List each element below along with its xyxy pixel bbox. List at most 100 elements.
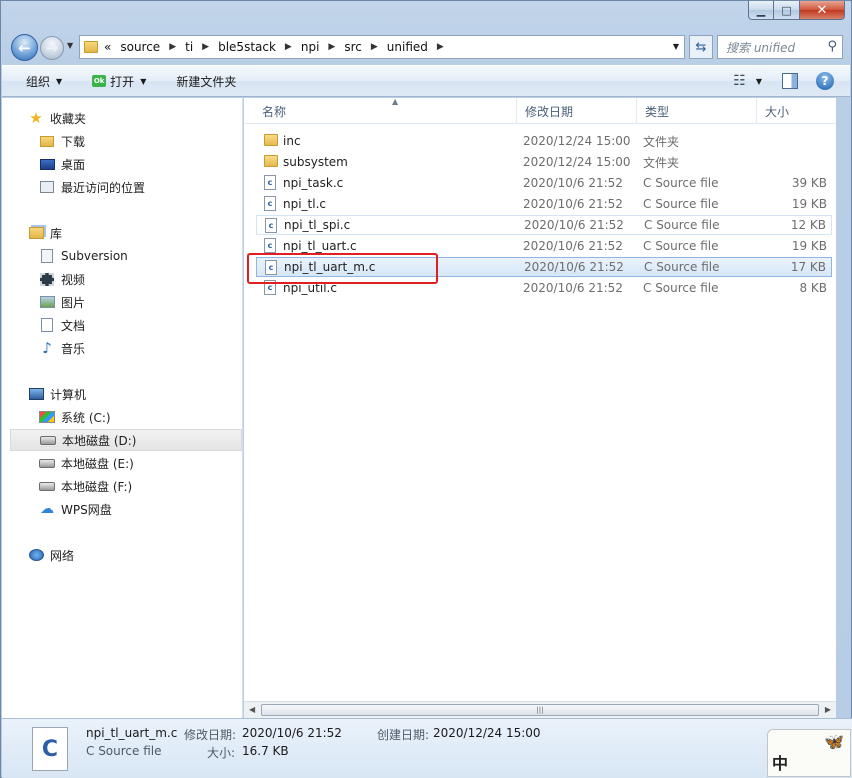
sidebar-item-label: 收藏夹 bbox=[50, 111, 87, 126]
column-header-date[interactable]: 修改日期 bbox=[517, 98, 637, 124]
maximize-button[interactable]: □ bbox=[774, 1, 800, 20]
search-input[interactable]: 搜索 unified ⚲ bbox=[717, 35, 843, 59]
folder-icon bbox=[264, 134, 278, 146]
system-drive-icon bbox=[39, 409, 55, 425]
file-date: 2020/10/6 21:52 bbox=[524, 260, 624, 274]
new-folder-button[interactable]: 新建文件夹 bbox=[176, 73, 236, 90]
recent-pages-chevron-down-icon[interactable]: ▼ bbox=[67, 41, 73, 50]
sidebar-item-wps-drive[interactable]: ☁ WPS网盘 bbox=[2, 498, 242, 520]
ime-mode-label[interactable]: 中 bbox=[772, 750, 788, 774]
sidebar-item-drive-f[interactable]: 本地磁盘 (F:) bbox=[2, 475, 242, 497]
download-folder-icon bbox=[39, 133, 55, 149]
sidebar-item-pictures[interactable]: 图片 bbox=[2, 291, 242, 313]
sidebar-item-documents[interactable]: 文档 bbox=[2, 314, 242, 336]
file-type: C Source file bbox=[643, 281, 719, 295]
hard-drive-icon bbox=[39, 455, 55, 471]
search-icon[interactable]: ⚲ bbox=[827, 39, 837, 54]
breadcrumb-ti[interactable]: ti bbox=[185, 40, 193, 54]
file-row[interactable]: inc 2020/12/24 15:00 文件夹 bbox=[256, 131, 832, 151]
column-header-type[interactable]: 类型 bbox=[637, 98, 757, 124]
breadcrumb-ble5stack[interactable]: ble5stack bbox=[218, 40, 276, 54]
star-icon: ★ bbox=[29, 109, 43, 127]
file-type: 文件夹 bbox=[643, 134, 680, 149]
help-icon[interactable]: ? bbox=[816, 72, 834, 90]
forward-button[interactable]: → bbox=[40, 36, 64, 60]
file-size: 17 KB bbox=[790, 260, 826, 274]
file-row[interactable]: c npi_tl_spi.c 2020/10/6 21:52 C Source … bbox=[256, 215, 832, 235]
sidebar-item-label: 库 bbox=[50, 226, 63, 241]
chevron-right-icon[interactable]: ▶ bbox=[202, 42, 209, 52]
chevron-right-icon[interactable]: ▶ bbox=[437, 42, 444, 52]
file-name: npi_tl.c bbox=[283, 197, 327, 211]
chevron-right-icon[interactable]: ▶ bbox=[371, 42, 378, 52]
sidebar-item-libraries[interactable]: 库 bbox=[2, 222, 242, 244]
scroll-left-icon[interactable]: ◀ bbox=[249, 705, 255, 714]
details-created-value: 2020/12/24 15:00 bbox=[433, 726, 541, 740]
breadcrumb-source[interactable]: source bbox=[120, 40, 160, 54]
sidebar-item-drive-d[interactable]: 本地磁盘 (D:) bbox=[10, 429, 242, 451]
file-row[interactable]: subsystem 2020/12/24 15:00 文件夹 bbox=[256, 152, 832, 172]
window-caption-buttons: ▁ □ ✕ bbox=[748, 1, 845, 20]
sidebar-item-desktop[interactable]: 桌面 bbox=[2, 153, 242, 175]
details-created-label: 创建日期: bbox=[377, 728, 430, 742]
view-options-chevron-down-icon[interactable]: ▼ bbox=[756, 77, 762, 86]
breadcrumb-npi[interactable]: npi bbox=[301, 40, 320, 54]
chevron-right-icon[interactable]: ▶ bbox=[169, 42, 176, 52]
chevron-right-icon[interactable]: ▶ bbox=[285, 42, 292, 52]
organize-label: 组织 bbox=[26, 74, 51, 89]
ime-status-widget[interactable]: 🦋 中 bbox=[767, 729, 851, 777]
open-menu-button[interactable]: Ok 打开 ▼ bbox=[92, 73, 146, 90]
address-history-chevron-down-icon[interactable]: ▼ bbox=[673, 42, 679, 51]
sidebar-item-subversion[interactable]: Subversion bbox=[2, 245, 242, 267]
open-label: 打开 bbox=[110, 74, 135, 89]
details-modified-label: 修改日期: bbox=[184, 728, 237, 742]
organize-menu-button[interactable]: 组织 ▼ bbox=[26, 73, 62, 90]
scrollbar-thumb[interactable]: ||| bbox=[261, 704, 819, 716]
sidebar-item-videos[interactable]: 视频 bbox=[2, 268, 242, 290]
sidebar-item-downloads[interactable]: 下载 bbox=[2, 130, 242, 152]
column-header-size[interactable]: 大小 bbox=[757, 98, 836, 124]
column-header-name[interactable]: 名称 ▲ bbox=[254, 97, 517, 124]
file-size: 39 KB bbox=[791, 176, 827, 190]
file-size: 8 KB bbox=[799, 281, 827, 295]
file-name: npi_tl_spi.c bbox=[284, 218, 351, 232]
change-view-icon[interactable]: ☷ bbox=[733, 73, 746, 89]
cloud-icon: ☁ bbox=[40, 501, 54, 517]
file-date: 2020/10/6 21:52 bbox=[524, 218, 624, 232]
sidebar-item-computer[interactable]: 计算机 bbox=[2, 383, 242, 405]
sidebar-item-label: WPS网盘 bbox=[61, 502, 112, 517]
horizontal-scrollbar[interactable]: ◀ ||| ▶ bbox=[244, 701, 836, 718]
chevron-right-icon[interactable]: ▶ bbox=[328, 42, 335, 52]
scroll-right-icon[interactable]: ▶ bbox=[825, 705, 831, 714]
file-date: 2020/12/24 15:00 bbox=[523, 134, 631, 148]
sidebar-item-recent-places[interactable]: 最近访问的位置 bbox=[2, 176, 242, 198]
annotation-highlight-box bbox=[247, 253, 438, 284]
breadcrumb-unified[interactable]: unified bbox=[387, 40, 428, 54]
sidebar-item-music[interactable]: ♪ 音乐 bbox=[2, 337, 242, 359]
file-row[interactable]: c npi_task.c 2020/10/6 21:52 C Source fi… bbox=[256, 173, 832, 193]
sidebar-item-network[interactable]: 网络 bbox=[2, 544, 242, 566]
refresh-button[interactable]: ⇆ bbox=[689, 35, 713, 59]
breadcrumb-overflow[interactable]: « bbox=[104, 40, 111, 54]
back-button[interactable]: ← bbox=[11, 34, 38, 61]
breadcrumb-src[interactable]: src bbox=[344, 40, 362, 54]
preview-pane-icon[interactable] bbox=[782, 73, 798, 89]
address-bar[interactable]: « source ▶ ti ▶ ble5stack ▶ npi ▶ src ▶ … bbox=[79, 35, 685, 59]
command-bar: 组织 ▼ Ok 打开 ▼ 新建文件夹 ☷ ▼ ? bbox=[2, 65, 850, 97]
sidebar-item-drive-c[interactable]: 系统 (C:) bbox=[2, 406, 242, 428]
document-icon bbox=[39, 317, 55, 333]
minimize-button[interactable]: ▁ bbox=[748, 1, 774, 20]
file-list-pane: 名称 ▲ 修改日期 类型 大小 inc 2020/12/24 15:00 文件夹… bbox=[244, 97, 836, 718]
file-date: 2020/10/6 21:52 bbox=[523, 176, 623, 190]
sidebar-item-label: 本地磁盘 (E:) bbox=[61, 456, 134, 471]
sidebar-item-favorites[interactable]: ★ 收藏夹 bbox=[2, 107, 242, 129]
column-headers: 名称 ▲ 修改日期 类型 大小 bbox=[244, 97, 836, 124]
sidebar-item-drive-e[interactable]: 本地磁盘 (E:) bbox=[2, 452, 242, 474]
computer-icon bbox=[28, 386, 44, 402]
column-label: 类型 bbox=[645, 104, 670, 119]
file-size: 19 KB bbox=[791, 239, 827, 253]
file-date: 2020/10/6 21:52 bbox=[523, 239, 623, 253]
file-row[interactable]: c npi_tl.c 2020/10/6 21:52 C Source file… bbox=[256, 194, 832, 214]
library-icon bbox=[28, 225, 44, 241]
close-button[interactable]: ✕ bbox=[800, 1, 845, 20]
